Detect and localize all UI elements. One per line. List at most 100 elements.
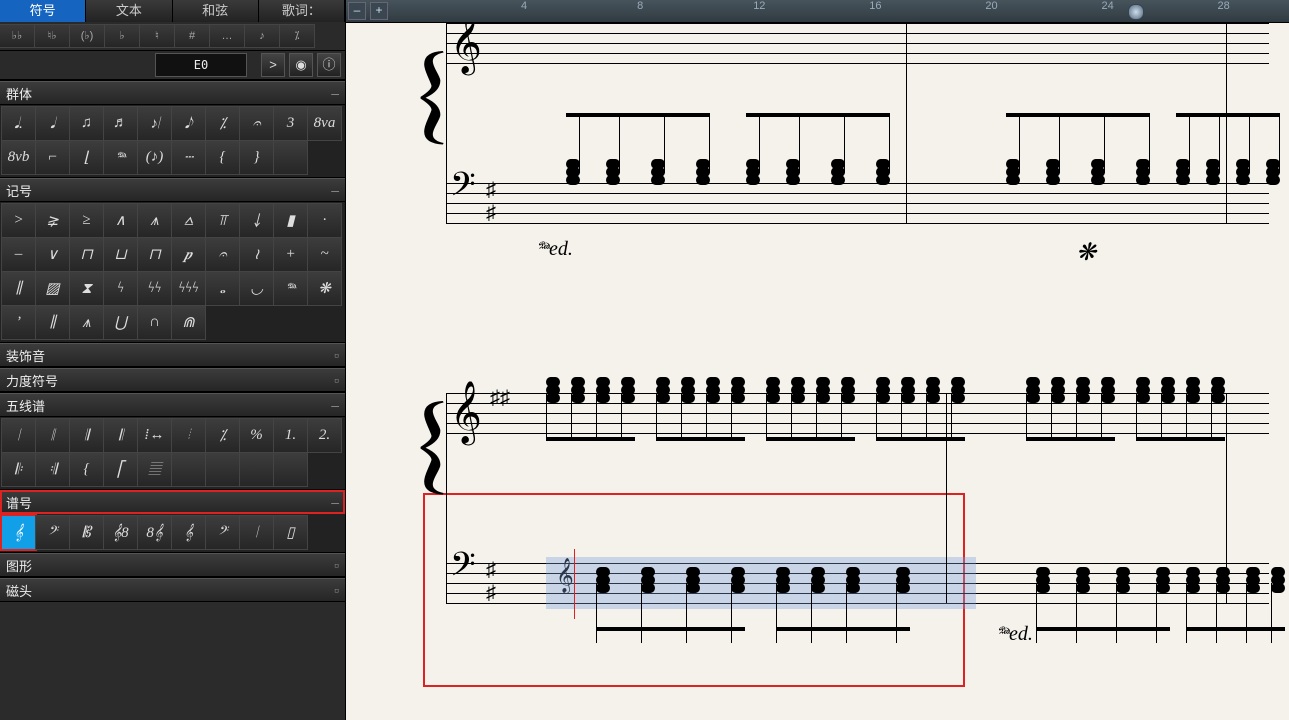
palette-cell[interactable]: 𝄐	[239, 106, 274, 141]
palette-cell[interactable]: ▨	[35, 271, 70, 306]
acc-cell[interactable]: #	[174, 24, 210, 48]
palette-cell[interactable]: 8vb	[1, 140, 36, 175]
palette-cell[interactable]: ⌐	[35, 140, 70, 175]
palette-cell[interactable]: 𝄞8	[103, 515, 138, 550]
palette-cell[interactable]: ⩚	[69, 305, 104, 340]
palette-cell[interactable]: ⌊	[69, 140, 104, 175]
section-dynamics-header[interactable]: 力度符号 ▫	[0, 368, 345, 392]
palette-cell[interactable]: 𝆏	[171, 237, 206, 272]
palette-cell[interactable]: ⫪	[205, 203, 240, 238]
palette-cell[interactable]: ┄	[171, 140, 206, 175]
zoom-out-button[interactable]: –	[348, 2, 366, 20]
tab-chord[interactable]: 和弦	[173, 0, 259, 22]
acc-cell[interactable]: ♭♭	[0, 24, 35, 48]
info-icon[interactable]: ⓘ	[317, 53, 341, 77]
palette-cell[interactable]: 𝄐	[205, 237, 240, 272]
tab-lyric[interactable]: 歌词：	[259, 0, 345, 22]
palette-cell[interactable]: ▯	[273, 515, 308, 550]
palette-cell[interactable]: ▮	[273, 203, 308, 238]
palette-cell[interactable]: (♪)	[137, 140, 172, 175]
palette-cell[interactable]: 𝄆	[1, 452, 36, 487]
acc-cell[interactable]: ♮	[139, 24, 175, 48]
palette-cell[interactable]: ⋒	[171, 305, 206, 340]
palette-cell[interactable]: 2.	[307, 418, 342, 453]
section-group-header[interactable]: 群体 –	[0, 81, 345, 105]
section-head-header[interactable]: 磁头 ▫	[0, 578, 345, 602]
palette-cell[interactable]: ϟϟϟ	[171, 271, 206, 306]
palette-cell[interactable]: ≥	[69, 203, 104, 238]
section-marks-header[interactable]: 记号 –	[0, 178, 345, 202]
palette-cell[interactable]: >	[1, 203, 36, 238]
palette-cell[interactable]: 𝅘𝅥.	[1, 106, 36, 141]
score-canvas[interactable]: 𝄔 𝄞 𝄢 ♯♯ 𝆮ed. ❋	[346, 23, 1289, 720]
palette-cell[interactable]: ♪𝄀	[137, 106, 172, 141]
palette-cell[interactable]: –	[1, 237, 36, 272]
tab-symbol[interactable]: 符号	[0, 0, 86, 22]
acc-cell[interactable]: …	[209, 24, 245, 48]
section-shape-header[interactable]: 图形 ▫	[0, 553, 345, 577]
palette-cell[interactable]: 𝄚	[137, 452, 172, 487]
palette-cell[interactable]: ⁒	[205, 106, 240, 141]
palette-cell[interactable]: ϟϟ	[137, 271, 172, 306]
palette-cell[interactable]: ∥	[35, 305, 70, 340]
palette-cell[interactable]	[273, 452, 308, 487]
palette-cell[interactable]: 𝄞	[171, 515, 206, 550]
acc-cell[interactable]: ♮♭	[34, 24, 70, 48]
zoom-in-button[interactable]: +	[370, 2, 388, 20]
palette-cell[interactable]: ~	[307, 237, 342, 272]
palette-cell[interactable]: 𝄢	[35, 515, 70, 550]
acc-cell[interactable]: ♭	[104, 24, 140, 48]
palette-cell[interactable]: ⁒	[205, 418, 240, 453]
palette-cell[interactable]: ∩	[137, 305, 172, 340]
palette-cell[interactable]: 𝄄	[171, 418, 206, 453]
palette-cell[interactable]: 𝄇	[35, 452, 70, 487]
palette-cell[interactable]: 8𝄞	[137, 515, 172, 550]
acc-cell[interactable]: ⁒	[279, 24, 315, 48]
palette-cell[interactable]: {	[69, 452, 104, 487]
palette-cell[interactable]: ∥	[1, 271, 36, 306]
palette-cell[interactable]: ∧	[103, 203, 138, 238]
palette-cell[interactable]: ◡	[239, 271, 274, 306]
palette-cell[interactable]: {	[205, 140, 240, 175]
section-staff-header[interactable]: 五线谱 –	[0, 393, 345, 417]
palette-cell[interactable]: ⊓	[69, 237, 104, 272]
palette-cell[interactable]: ⊓	[137, 237, 172, 272]
palette-cell[interactable]: }	[239, 140, 274, 175]
palette-cell[interactable]: 𝅝	[205, 271, 240, 306]
palette-cell[interactable]: 𝅘𝅥𝅮	[171, 106, 206, 141]
palette-cell[interactable]: 𝆮	[103, 140, 138, 175]
acc-cell[interactable]: (♭)	[69, 24, 105, 48]
palette-cell[interactable]: 3	[273, 106, 308, 141]
palette-cell[interactable]: 𝄡	[69, 515, 104, 550]
palette-cell[interactable]: ❋	[307, 271, 342, 306]
palette-cell[interactable]: ’	[1, 305, 36, 340]
palette-cell[interactable]: ⎡	[103, 452, 138, 487]
palette-cell[interactable]: 8va	[307, 106, 342, 141]
palette-cell[interactable]	[239, 452, 274, 487]
accent-icon[interactable]: >	[261, 53, 285, 77]
palette-cell[interactable]: ≀	[239, 237, 274, 272]
color-wheel-icon[interactable]: ◉	[289, 53, 313, 77]
palette-cell[interactable]: %	[239, 418, 274, 453]
palette-cell[interactable]: 𝄀	[239, 515, 274, 550]
tab-text[interactable]: 文本	[86, 0, 172, 22]
palette-cell[interactable]	[205, 452, 240, 487]
palette-cell[interactable]: ⊔	[103, 237, 138, 272]
palette-cell[interactable]: ￬	[239, 203, 274, 238]
palette-cell[interactable]: ⪈	[35, 203, 70, 238]
section-clef-header[interactable]: 谱号 –	[0, 490, 345, 514]
palette-cell[interactable]: ⁞↔	[137, 418, 172, 453]
palette-cell[interactable]: 𝄃	[103, 418, 138, 453]
palette-cell[interactable]	[171, 452, 206, 487]
palette-cell[interactable]: 𝄞	[1, 515, 36, 550]
palette-cell[interactable]: ♫	[69, 106, 104, 141]
ruler-handle[interactable]	[1128, 4, 1144, 20]
palette-cell[interactable]: 𝆮	[273, 271, 308, 306]
ruler-track[interactable]: 481216202428	[396, 0, 1289, 22]
palette-cell[interactable]: 𝅘𝅥	[35, 106, 70, 141]
palette-cell[interactable]: ⋃	[103, 305, 138, 340]
palette-cell[interactable]: 1.	[273, 418, 308, 453]
palette-cell[interactable]: 𝄂	[69, 418, 104, 453]
palette-cell[interactable]: ∨	[35, 237, 70, 272]
palette-cell[interactable]: 𝄀	[1, 418, 36, 453]
